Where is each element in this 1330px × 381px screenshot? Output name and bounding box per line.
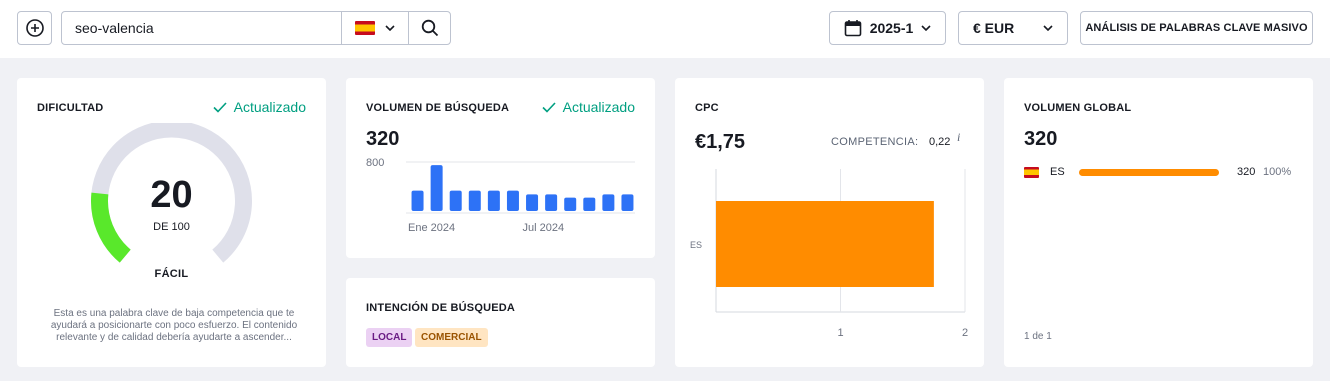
keyword-search: [61, 11, 451, 45]
difficulty-description: Esta es una palabra clave de baja compet…: [50, 308, 298, 343]
trend-bar[interactable]: [545, 194, 558, 211]
trend-bar[interactable]: [526, 194, 539, 211]
bulk-analysis-button[interactable]: ANÁLISIS DE PALABRAS CLAVE MASIVO: [1080, 11, 1313, 45]
spain-flag-icon: [1024, 167, 1039, 178]
currency-label: € EUR: [973, 20, 1015, 36]
checkmark-icon: [542, 101, 556, 113]
competition-value: 0,22: [929, 136, 951, 148]
difficulty-title: DIFICULTAD: [37, 102, 104, 114]
spain-flag-icon: [355, 21, 375, 35]
trend-bar[interactable]: [602, 194, 615, 211]
plus-circle-icon: [25, 19, 44, 37]
trend-x-tick-label: Jul 2024: [523, 222, 565, 234]
toolbar: 2025-1 € EUR ANÁLISIS DE PALABRAS CLAVE …: [0, 0, 1330, 58]
global-row: ES 320 100%: [1024, 166, 1304, 180]
calendar-icon: [844, 20, 862, 37]
pagination: 1 de 1: [1024, 331, 1052, 342]
trend-bar[interactable]: [468, 190, 481, 211]
volume-status: Actualizado: [542, 99, 635, 115]
global-row-percent: 100%: [1263, 166, 1292, 178]
volume-status-label: Actualizado: [562, 99, 635, 115]
search-input[interactable]: [62, 12, 341, 44]
trend-bar[interactable]: [430, 165, 443, 211]
volume-title: VOLUMEN DE BÚSQUEDA: [366, 102, 510, 114]
global-volume-card: VOLUMEN GLOBAL 320 ES 320 100% 1 de 1: [1004, 78, 1313, 367]
trend-bar[interactable]: [583, 197, 596, 211]
cpc-chart: 1 2 ES: [690, 169, 968, 339]
cpc-title: CPC: [695, 102, 719, 114]
global-row-bar-track: [1079, 169, 1219, 176]
competition-label: COMPETENCIA:: [831, 136, 919, 148]
trend-bar[interactable]: [449, 190, 462, 211]
search-volume-card: VOLUMEN DE BÚSQUEDA Actualizado 320 800 …: [346, 78, 655, 258]
difficulty-level: FÁCIL: [154, 268, 189, 280]
search-icon: [421, 19, 438, 37]
chevron-down-icon: [1043, 25, 1053, 31]
trend-x-tick-label: Ene 2024: [408, 222, 455, 234]
add-button[interactable]: [17, 11, 52, 45]
intent-tag-commercial: COMERCIAL: [415, 328, 488, 347]
cpc-value: €1,75: [695, 131, 746, 153]
search-button[interactable]: [408, 12, 450, 44]
cpc-category-label: ES: [690, 240, 702, 250]
difficulty-status-label: Actualizado: [233, 99, 306, 115]
trend-bar[interactable]: [564, 197, 577, 211]
date-selector[interactable]: 2025-1: [829, 11, 946, 45]
cpc-x-tick-label: 1: [837, 327, 843, 339]
intent-title: INTENCIÓN DE BÚSQUEDA: [366, 302, 516, 314]
intent-card: INTENCIÓN DE BÚSQUEDA LOCAL COMERCIAL: [346, 278, 655, 367]
checkmark-icon: [213, 101, 227, 113]
trend-bar[interactable]: [621, 194, 634, 211]
chevron-down-icon: [921, 25, 931, 31]
difficulty-card: DIFICULTAD Actualizado 20 DE 100 FÁCIL E…: [17, 78, 326, 367]
info-icon[interactable]: i: [957, 130, 960, 145]
intent-tag-local: LOCAL: [366, 328, 413, 347]
database-select[interactable]: [341, 12, 408, 44]
chevron-down-icon: [385, 25, 395, 31]
cpc-card: CPC €1,75 COMPETENCIA: 0,22 i 1 2 ES: [675, 78, 984, 367]
trend-chart: Ene 2024 Jul 2024: [406, 161, 635, 234]
difficulty-max: DE 100: [153, 221, 190, 233]
date-label: 2025-1: [869, 20, 914, 36]
trend-bar[interactable]: [506, 190, 519, 211]
global-row-volume: 320: [1237, 166, 1256, 178]
cpc-x-tick-label: 2: [962, 327, 968, 339]
global-value: 320: [1024, 128, 1058, 150]
trend-bar[interactable]: [487, 190, 500, 211]
volume-value: 320: [366, 128, 400, 150]
cpc-bar[interactable]: [716, 201, 934, 287]
difficulty-value: 20: [150, 174, 193, 216]
global-row-bar: [1079, 169, 1219, 176]
difficulty-status: Actualizado: [213, 99, 306, 115]
currency-selector[interactable]: € EUR: [958, 11, 1068, 45]
trend-bar[interactable]: [411, 190, 424, 211]
global-row-country: ES: [1050, 166, 1065, 178]
global-title: VOLUMEN GLOBAL: [1024, 102, 1132, 114]
